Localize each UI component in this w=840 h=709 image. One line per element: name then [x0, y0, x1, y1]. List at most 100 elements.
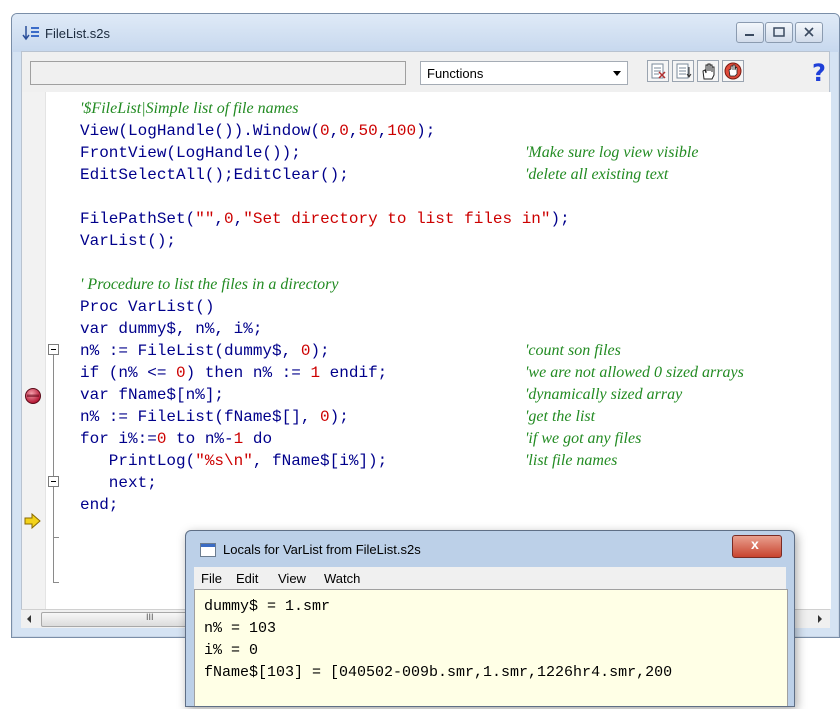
code-comment: 'count son files [525, 342, 621, 359]
code-token: ); [329, 408, 349, 426]
number-literal: 100 [387, 122, 417, 140]
code-line[interactable]: n% := FileList(dummy$, 0); [80, 340, 330, 362]
locals-menubar: File Edit View Watch [194, 567, 786, 589]
close-icon: x [751, 536, 759, 552]
scroll-right-icon[interactable] [816, 614, 824, 624]
number-literal: 0 [300, 342, 311, 360]
code-token: end; [80, 496, 119, 514]
code-comment: 'dynamically sized array [525, 386, 683, 403]
close-window-button[interactable] [795, 22, 823, 43]
locals-close-button[interactable]: x [732, 535, 782, 558]
functions-dropdown[interactable]: Functions [420, 61, 628, 85]
code-token: Proc VarList() [80, 298, 215, 316]
code-comment: 'if we got any files [525, 430, 642, 447]
execution-arrow-icon [24, 513, 41, 529]
clear-breakpoints-icon [651, 63, 666, 79]
scrollbar-grip: III [146, 612, 154, 622]
minimize-icon [745, 34, 754, 36]
code-token: PrintLog( [80, 452, 196, 470]
call-stack-button[interactable] [672, 60, 694, 82]
code-comment: 'Make sure log view visible [525, 144, 699, 161]
stop-button[interactable] [722, 60, 744, 82]
fold-toggle-proc[interactable] [48, 344, 59, 355]
code-line[interactable]: VarList(); [80, 230, 176, 252]
local-variable[interactable]: dummy$ = 1.smr [204, 596, 330, 617]
sort-list-icon [22, 26, 39, 41]
code-comment: 'list file names [525, 452, 618, 469]
number-literal: 0 [224, 210, 234, 228]
code-line[interactable]: PrintLog("%s\n", fName$[i%]); [80, 450, 387, 472]
code-token: , [233, 210, 244, 228]
window-icon [200, 543, 216, 557]
string-literal: "Set directory to list files in" [243, 210, 551, 228]
code-token: , fName$[i%]); [252, 452, 388, 470]
code-line[interactable]: if (n% <= 0) then n% := 1 endif; [80, 362, 387, 384]
menu-file[interactable]: File [201, 571, 222, 586]
code-line[interactable]: n% := FileList(fName$[], 0); [80, 406, 349, 428]
hand-icon [702, 63, 715, 80]
locals-list[interactable]: dummy$ = 1.smr n% = 103 i% = 0 fName$[10… [194, 589, 788, 706]
functions-dropdown-value: Functions [427, 66, 484, 81]
code-line[interactable]: var fName$[n%]; [80, 384, 224, 406]
scroll-left-icon[interactable] [25, 614, 33, 624]
local-variable[interactable]: n% = 103 [204, 618, 276, 639]
script-toolbar: Functions ? [21, 51, 830, 93]
window-title: FileList.s2s [45, 26, 111, 41]
code-comment: 'get the list [525, 408, 596, 425]
locals-title: Locals for VarList from FileList.s2s [223, 542, 421, 557]
number-literal: 0 [339, 122, 349, 140]
code-token: for i%:= [80, 430, 157, 448]
number-literal: 50 [358, 122, 378, 140]
code-line[interactable]: Proc VarList() [80, 296, 214, 318]
breakpoint-icon[interactable] [24, 387, 42, 405]
number-literal: 0 [156, 430, 167, 448]
code-token: FrontView(LogHandle()); [80, 144, 301, 162]
title-bar[interactable]: FileList.s2s [12, 14, 839, 52]
code-token: , [329, 122, 340, 140]
fold-end-marker [53, 582, 59, 583]
code-token: EditSelectAll();EditClear(); [80, 166, 349, 184]
code-line[interactable]: var dummy$, n%, i%; [80, 318, 262, 340]
toolbar-text-field[interactable] [30, 61, 406, 85]
code-comment: 'delete all existing text [525, 166, 669, 183]
string-literal: "" [195, 210, 215, 228]
code-token: if (n% <= [80, 364, 177, 382]
call-stack-icon [676, 63, 692, 79]
locals-window: Locals for VarList from FileList.s2s x F… [185, 530, 795, 707]
code-token: var dummy$, n%, i%; [80, 320, 263, 338]
number-literal: 1 [233, 430, 244, 448]
code-token: FilePathSet( [80, 210, 196, 228]
code-token: n% := FileList(fName$[], [80, 408, 321, 426]
menu-watch[interactable]: Watch [324, 571, 360, 586]
code-token: do [243, 430, 273, 448]
clear-breakpoints-button[interactable] [647, 60, 669, 82]
code-line[interactable]: next; [80, 472, 157, 494]
code-line[interactable]: EditSelectAll();EditClear(); [80, 164, 349, 186]
breakpoint-gutter[interactable] [22, 92, 46, 609]
maximize-button[interactable] [765, 22, 793, 43]
code-line[interactable]: FrontView(LogHandle()); [80, 142, 301, 164]
menu-edit[interactable]: Edit [236, 571, 258, 586]
code-line[interactable]: View(LogHandle()).Window(0,0,50,100); [80, 120, 435, 142]
code-token: ) then n% := [185, 364, 311, 382]
code-token: ); [416, 122, 436, 140]
local-variable[interactable]: i% = 0 [204, 640, 258, 661]
minimize-button[interactable] [736, 22, 764, 43]
code-token: ); [310, 342, 330, 360]
code-token: View(LogHandle()).Window( [80, 122, 321, 140]
fold-toggle-for[interactable] [48, 476, 59, 487]
local-variable[interactable]: fName$[103] = [040502-009b.smr,1.smr,122… [204, 662, 672, 683]
menu-view[interactable]: View [278, 571, 306, 586]
fold-line [53, 487, 54, 537]
step-button[interactable] [697, 60, 719, 82]
code-line[interactable]: end; [80, 494, 118, 516]
code-token: , [214, 210, 225, 228]
code-line[interactable]: for i%:=0 to n%-1 do [80, 428, 272, 450]
number-literal: 1 [310, 364, 321, 382]
fold-line [53, 355, 54, 477]
code-token: endif; [320, 364, 388, 382]
help-button[interactable]: ? [812, 59, 826, 87]
code-line[interactable]: FilePathSet("",0,"Set directory to list … [80, 208, 570, 230]
number-literal: 0 [320, 408, 330, 426]
fold-line [53, 538, 54, 583]
